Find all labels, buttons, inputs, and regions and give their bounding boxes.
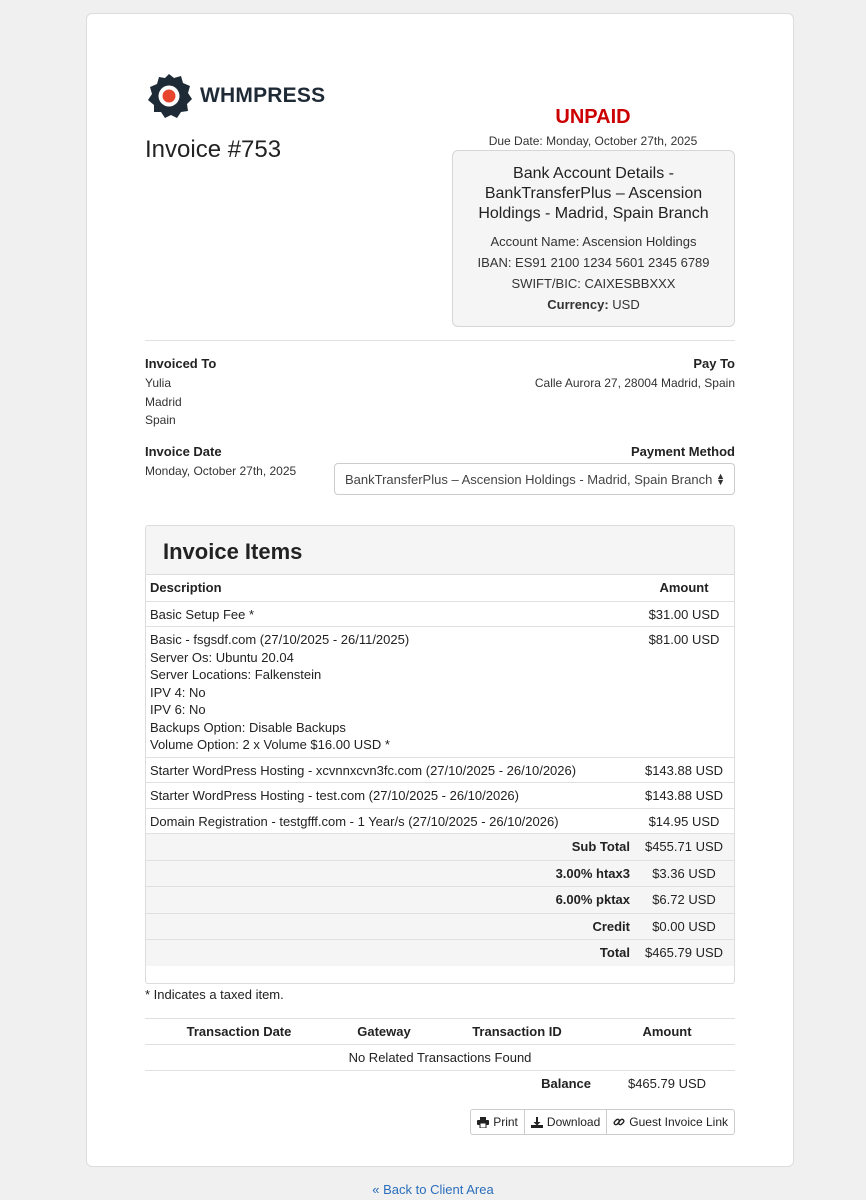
col-amount: Amount bbox=[634, 575, 734, 602]
printer-icon bbox=[477, 1116, 490, 1128]
payment-method: Payment Method BankTransferPlus – Ascens… bbox=[334, 444, 735, 495]
back-to-client-area-link[interactable]: « Back to Client Area bbox=[0, 1182, 866, 1197]
header-divider bbox=[145, 340, 735, 341]
taxed-note: * Indicates a taxed item. bbox=[145, 987, 284, 1002]
invoiced-to-line: Yulia bbox=[145, 376, 172, 390]
invoice-date-label: Invoice Date bbox=[145, 444, 222, 459]
brand-logo: WHMPRESS bbox=[145, 72, 325, 120]
table-row: Basic Setup Fee * $31.00 USD bbox=[146, 601, 734, 627]
transactions-table: Transaction Date Gateway Transaction ID … bbox=[145, 1018, 735, 1097]
payment-method-select[interactable]: BankTransferPlus – Ascension Holdings - … bbox=[334, 463, 735, 495]
table-row: Basic - fsgsdf.com (27/10/2025 - 26/11/2… bbox=[146, 626, 734, 758]
balance-row: Balance $465.79 USD bbox=[145, 1071, 735, 1097]
col-tx-amount: Amount bbox=[599, 1018, 735, 1045]
due-date: Due Date: Monday, October 27th, 2025 bbox=[488, 134, 698, 148]
col-description: Description bbox=[146, 575, 634, 602]
table-row: No Related Transactions Found bbox=[145, 1044, 735, 1071]
invoice-items-table: Description Amount Basic Setup Fee * $31… bbox=[146, 575, 734, 966]
currency: Currency: USD bbox=[547, 297, 640, 312]
invoice-date: Invoice Date Monday, October 27th, 2025 bbox=[145, 444, 296, 481]
col-transaction-date: Transaction Date bbox=[145, 1018, 333, 1045]
pay-to-label: Pay To bbox=[693, 356, 735, 371]
total-row: Total $465.79 USD bbox=[146, 939, 734, 966]
select-arrows-icon: ▲ ▼ bbox=[716, 471, 725, 487]
page-title: Invoice #753 bbox=[145, 136, 282, 163]
pay-to: Pay To Calle Aurora 27, 28004 Madrid, Sp… bbox=[535, 356, 735, 393]
swift-bic: SWIFT/BIC: CAIXESBBXXX bbox=[511, 276, 676, 291]
balance-value: $465.79 USD bbox=[627, 1076, 707, 1092]
invoice-card: WHMPRESS Invoice #753 UNPAID Due Date: M… bbox=[86, 13, 794, 1167]
invoice-items-title: Invoice Items bbox=[146, 526, 734, 575]
col-transaction-id: Transaction ID bbox=[435, 1018, 599, 1045]
no-transactions: No Related Transactions Found bbox=[145, 1044, 735, 1071]
bank-details-title: Bank Account Details - BankTransferPlus … bbox=[478, 165, 709, 222]
payment-method-selected: BankTransferPlus – Ascension Holdings - … bbox=[345, 471, 713, 487]
download-icon bbox=[530, 1116, 543, 1128]
tax-row: 6.00% pktax $6.72 USD bbox=[146, 886, 734, 914]
status-badge: UNPAID bbox=[555, 106, 631, 128]
gear-logo-icon bbox=[148, 74, 192, 118]
bank-details-box: Bank Account Details - BankTransferPlus … bbox=[452, 150, 735, 327]
print-button[interactable]: Print bbox=[470, 1109, 525, 1135]
invoiced-to-line: Spain bbox=[145, 413, 176, 427]
table-row: Starter WordPress Hosting - test.com (27… bbox=[146, 782, 734, 809]
iban: IBAN: ES91 2100 1234 5601 2345 6789 bbox=[477, 255, 710, 270]
guest-invoice-link-button[interactable]: Guest Invoice Link bbox=[606, 1109, 735, 1135]
invoiced-to-label: Invoiced To bbox=[145, 356, 217, 371]
table-row: Domain Registration - testgfff.com - 1 Y… bbox=[146, 808, 734, 834]
subtotal-row: Sub Total $455.71 USD bbox=[146, 833, 734, 861]
invoice-items-panel: Invoice Items Description Amount Basic S… bbox=[145, 525, 735, 984]
col-gateway: Gateway bbox=[333, 1018, 435, 1045]
account-name: Account Name: Ascension Holdings bbox=[490, 234, 697, 249]
invoiced-to: Invoiced To Yulia Madrid Spain bbox=[145, 356, 216, 430]
table-row: Starter WordPress Hosting - xcvnnxcvn3fc… bbox=[146, 757, 734, 783]
brand-name: WHMPRESS bbox=[200, 84, 326, 107]
invoice-actions: Print Download Guest Invoice Link bbox=[470, 1109, 735, 1135]
credit-row: Credit $0.00 USD bbox=[146, 913, 734, 940]
balance-label: Balance bbox=[541, 1076, 591, 1092]
pay-to-address: Calle Aurora 27, 28004 Madrid, Spain bbox=[534, 376, 735, 390]
payment-method-label: Payment Method bbox=[630, 444, 735, 459]
download-button[interactable]: Download bbox=[523, 1109, 608, 1135]
link-icon bbox=[613, 1116, 625, 1128]
tax-row: 3.00% htax3 $3.36 USD bbox=[146, 860, 734, 887]
invoiced-to-line: Madrid bbox=[145, 394, 182, 409]
invoice-date-value: Monday, October 27th, 2025 bbox=[145, 464, 297, 478]
